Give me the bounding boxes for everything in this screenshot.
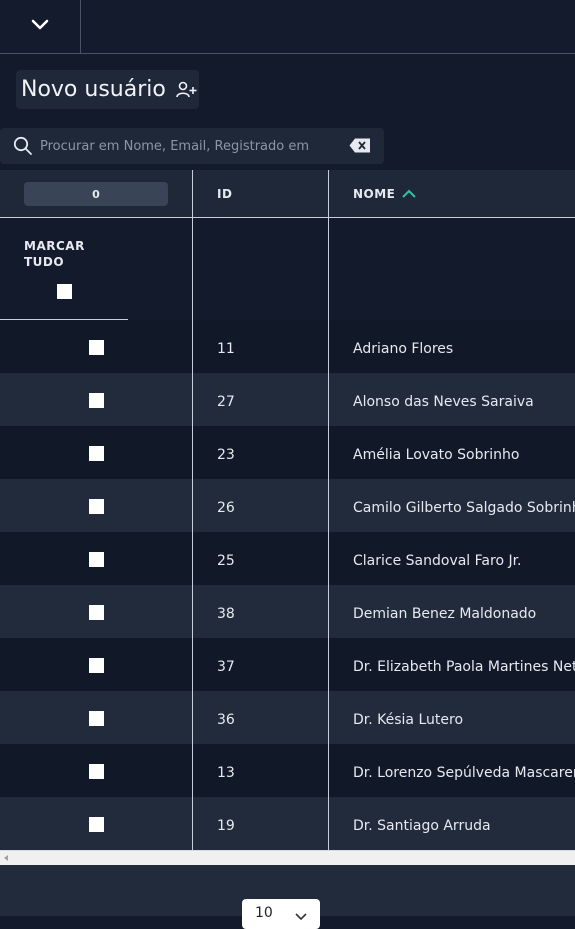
horizontal-scrollbar[interactable]	[0, 850, 575, 865]
column-divider	[328, 170, 329, 850]
cell-id: 11	[217, 340, 235, 357]
cell-id: 23	[217, 446, 235, 463]
table-row[interactable]: 23 Amélia Lovato Sobrinho	[0, 426, 575, 479]
cell-id: 37	[217, 658, 235, 675]
table-row[interactable]: 27 Alonso das Neves Saraiva	[0, 373, 575, 426]
sort-ascending-icon	[401, 189, 417, 199]
column-header-name[interactable]: NOME	[353, 170, 417, 218]
cell-id: 25	[217, 552, 235, 569]
chevron-down-icon	[30, 17, 50, 36]
row-checkbox[interactable]	[89, 711, 104, 726]
cell-id: 26	[217, 499, 235, 516]
new-user-button[interactable]: Novo usuário	[16, 70, 199, 109]
table-row[interactable]: 26 Camilo Gilberto Salgado Sobrinho	[0, 479, 575, 532]
cell-name: Adriano Flores	[353, 340, 454, 357]
column-header-name-label: NOME	[353, 187, 396, 201]
person-add-icon	[176, 81, 198, 99]
backspace-icon[interactable]	[349, 138, 371, 157]
pagination-bar: 10	[0, 865, 575, 929]
cell-id: 38	[217, 605, 235, 622]
table-row[interactable]: 25 Clarice Sandoval Faro Jr.	[0, 532, 575, 585]
table-header: 0 ID NOME	[0, 170, 575, 218]
page-size-select[interactable]: 10	[242, 899, 320, 929]
column-divider	[192, 170, 193, 850]
column-header-id[interactable]: ID	[217, 170, 232, 218]
page-size-value: 10	[255, 905, 273, 921]
cell-name: Amélia Lovato Sobrinho	[353, 446, 520, 463]
table-row[interactable]: 19 Dr. Santiago Arruda	[0, 797, 575, 850]
row-checkbox[interactable]	[89, 340, 104, 355]
column-header-id-label: ID	[217, 187, 233, 201]
table-row[interactable]: 13 Dr. Lorenzo Sepúlveda Mascarenhas	[0, 744, 575, 797]
selected-count-badge: 0	[24, 182, 168, 206]
mark-all-checkbox[interactable]	[57, 284, 72, 299]
users-table: 0 ID NOME MARCAR TUDO 11 Adriano Flores 27…	[0, 170, 575, 850]
cell-id: 36	[217, 711, 235, 728]
cell-name: Clarice Sandoval Faro Jr.	[353, 552, 522, 569]
cell-name: Alonso das Neves Saraiva	[353, 393, 534, 410]
top-bar	[0, 0, 575, 54]
collapse-button[interactable]	[0, 0, 81, 53]
row-checkbox[interactable]	[89, 764, 104, 779]
cell-name: Dr. Santiago Arruda	[353, 817, 491, 834]
new-user-label: Novo usuário	[21, 77, 166, 102]
cell-name: Dr. Késia Lutero	[353, 711, 464, 728]
row-checkbox[interactable]	[89, 499, 104, 514]
row-checkbox[interactable]	[89, 605, 104, 620]
search-bar	[0, 128, 384, 164]
row-checkbox[interactable]	[89, 817, 104, 832]
search-icon	[13, 136, 33, 160]
table-row[interactable]: 11 Adriano Flores	[0, 320, 575, 373]
table-row[interactable]: 36 Dr. Késia Lutero	[0, 691, 575, 744]
search-input[interactable]	[40, 135, 340, 157]
cell-name: Camilo Gilberto Salgado Sobrinho	[353, 499, 575, 516]
cell-id: 27	[217, 393, 235, 410]
cell-id: 13	[217, 764, 235, 781]
cell-id: 19	[217, 817, 235, 834]
table-row[interactable]: 37 Dr. Elizabeth Paola Martines Neto	[0, 638, 575, 691]
table-row[interactable]: 38 Demian Benez Maldonado	[0, 585, 575, 638]
row-checkbox[interactable]	[89, 552, 104, 567]
cell-name: Demian Benez Maldonado	[353, 605, 537, 622]
chevron-down-icon	[294, 909, 308, 925]
cell-name: Dr. Lorenzo Sepúlveda Mascarenhas	[353, 764, 575, 781]
row-checkbox[interactable]	[89, 393, 104, 408]
mark-all-row: MARCAR TUDO	[0, 218, 575, 320]
mark-all-label: MARCAR TUDO	[24, 239, 85, 269]
row-checkbox[interactable]	[89, 446, 104, 461]
row-checkbox[interactable]	[89, 658, 104, 673]
cell-name: Dr. Elizabeth Paola Martines Neto	[353, 658, 575, 675]
scroll-left-icon[interactable]	[4, 855, 8, 861]
